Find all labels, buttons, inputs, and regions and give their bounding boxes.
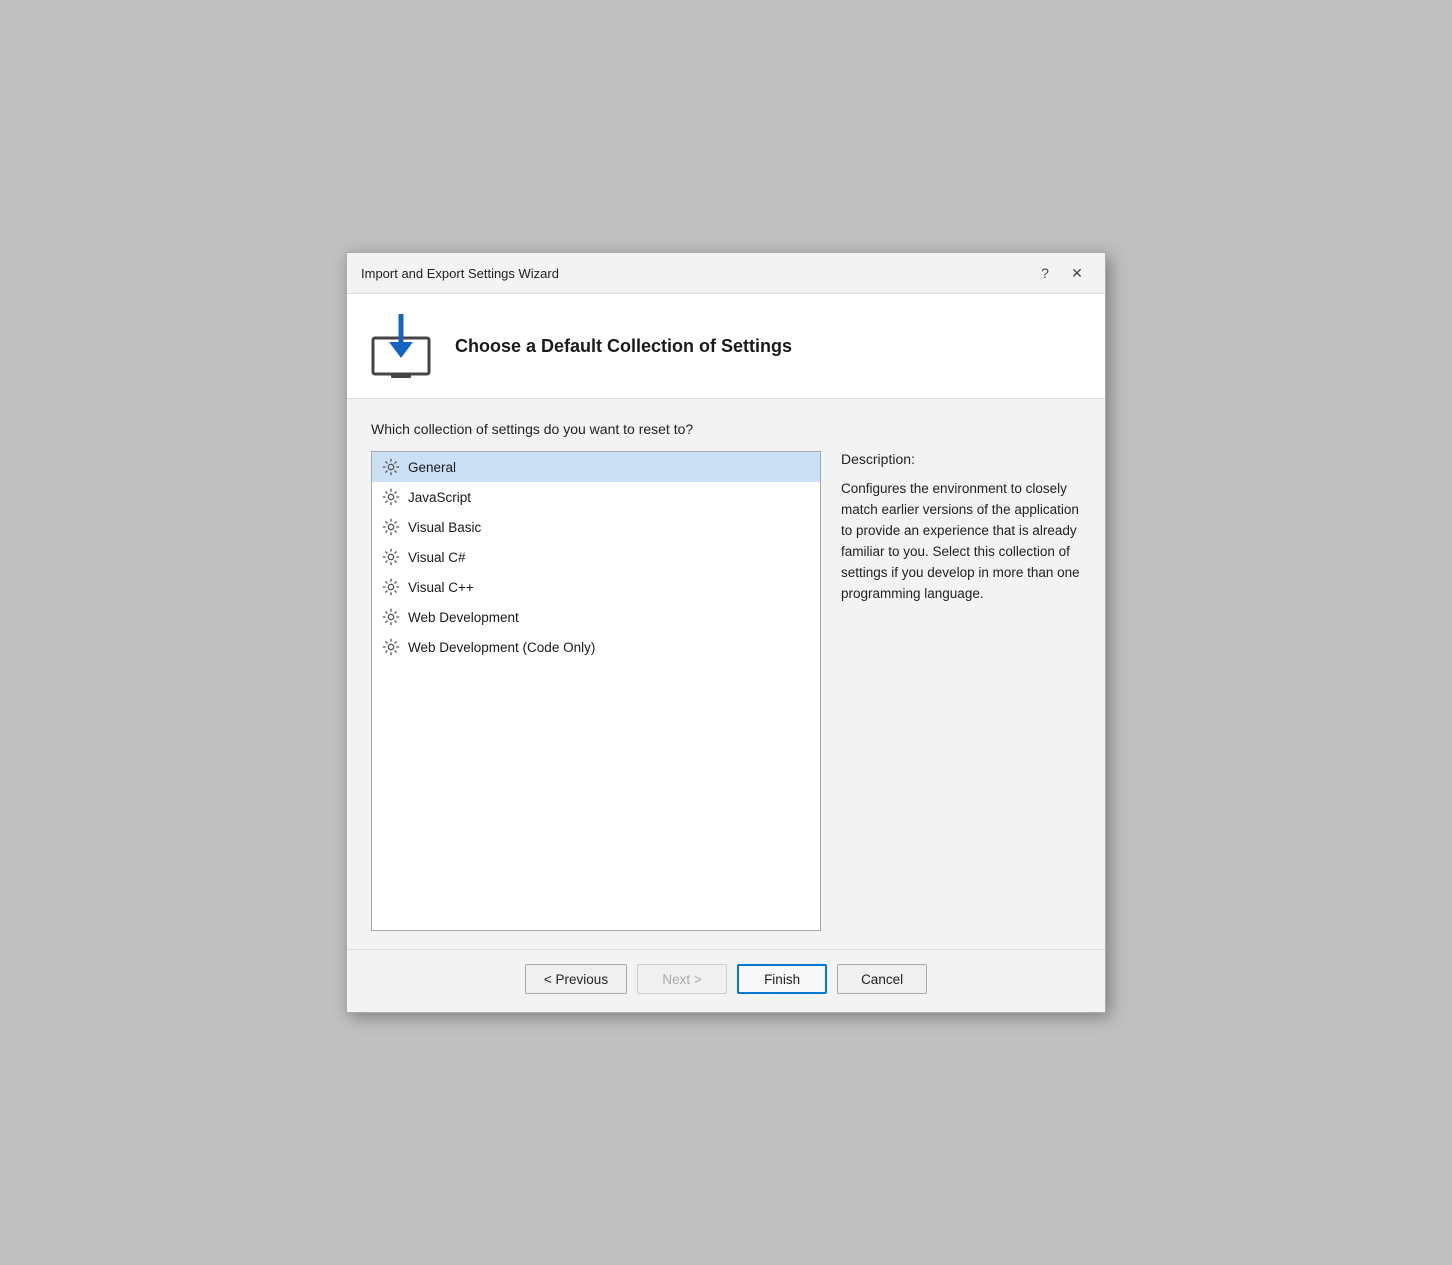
gear-icon — [382, 608, 400, 626]
title-bar-controls: ? ✕ — [1031, 261, 1091, 285]
list-item[interactable]: Visual C++ — [372, 572, 820, 602]
content-section: Which collection of settings do you want… — [347, 399, 1105, 949]
title-bar: Import and Export Settings Wizard ? ✕ — [347, 253, 1105, 294]
gear-icon — [382, 578, 400, 596]
gear-icon — [382, 488, 400, 506]
help-button[interactable]: ? — [1031, 261, 1059, 285]
dialog-window: Import and Export Settings Wizard ? ✕ Ch… — [346, 252, 1106, 1013]
finish-button[interactable]: Finish — [737, 964, 827, 994]
list-item-label: General — [408, 460, 456, 475]
header-section: Choose a Default Collection of Settings — [347, 294, 1105, 399]
list-item-label: Visual C++ — [408, 580, 474, 595]
list-item-label: Visual C# — [408, 550, 466, 565]
previous-button[interactable]: < Previous — [525, 964, 627, 994]
description-label: Description: — [841, 451, 1081, 467]
list-item[interactable]: Visual Basic — [372, 512, 820, 542]
description-text: Configures the environment to closely ma… — [841, 479, 1081, 605]
list-item[interactable]: Web Development — [372, 602, 820, 632]
gear-icon — [382, 638, 400, 656]
gear-icon — [382, 548, 400, 566]
list-item[interactable]: Visual C# — [372, 542, 820, 572]
main-area: General JavaScript Visual Basic Visual C… — [371, 451, 1081, 931]
list-item-label: JavaScript — [408, 490, 471, 505]
list-item-label: Web Development — [408, 610, 519, 625]
list-item[interactable]: Web Development (Code Only) — [372, 632, 820, 662]
question-text: Which collection of settings do you want… — [371, 421, 1081, 437]
gear-icon — [382, 518, 400, 536]
page-title: Choose a Default Collection of Settings — [455, 336, 792, 357]
list-item[interactable]: General — [372, 452, 820, 482]
list-item-label: Visual Basic — [408, 520, 481, 535]
description-panel: Description: Configures the environment … — [841, 451, 1081, 931]
cancel-button[interactable]: Cancel — [837, 964, 927, 994]
import-icon — [367, 312, 435, 380]
gear-icon — [382, 458, 400, 476]
dialog-title: Import and Export Settings Wizard — [361, 266, 559, 281]
list-item-label: Web Development (Code Only) — [408, 640, 595, 655]
list-item[interactable]: JavaScript — [372, 482, 820, 512]
footer-section: < Previous Next > Finish Cancel — [347, 949, 1105, 1012]
settings-list[interactable]: General JavaScript Visual Basic Visual C… — [371, 451, 821, 931]
close-button[interactable]: ✕ — [1063, 261, 1091, 285]
next-button: Next > — [637, 964, 727, 994]
